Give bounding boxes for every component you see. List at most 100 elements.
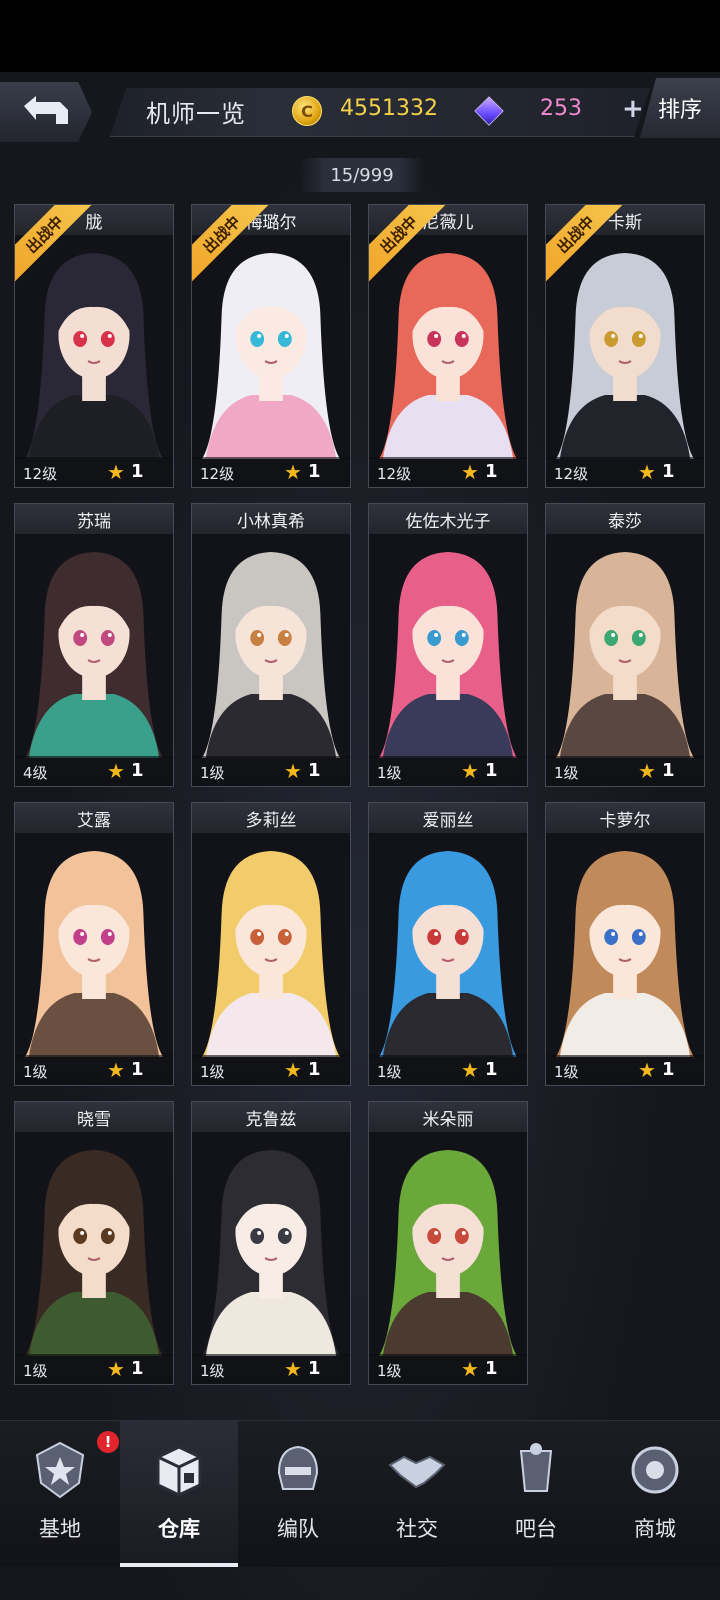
pilot-card[interactable]: 胧出战中 12级 ★ 1	[14, 204, 174, 488]
nav-label: 仓库	[158, 1517, 200, 1541]
card-footer: 1级 ★ 1	[192, 756, 350, 786]
star-rank: 1	[485, 1059, 498, 1080]
pilot-card[interactable]: 卡萝尔 1级 ★ 1	[545, 802, 705, 1086]
card-footer: 1级 ★ 1	[369, 756, 527, 786]
pilot-portrait	[369, 235, 527, 459]
star-rank: 1	[485, 461, 498, 482]
pilot-grid: 胧出战中 12级 ★ 1 梅璐尔 出战中 12级 ★ 1 尼薇儿 出战中 12级 ★ 1 卡斯 出战中 12级 ★…	[14, 204, 705, 1385]
card-footer: 1级 ★ 1	[15, 1354, 173, 1384]
star-rank: 1	[662, 461, 675, 482]
card-footer: 1级 ★ 1	[192, 1354, 350, 1384]
card-footer: 4级 ★ 1	[15, 756, 173, 786]
pilot-name: 泰莎	[546, 504, 704, 534]
pilot-portrait	[192, 833, 350, 1057]
nav-item[interactable]: 社交	[358, 1421, 476, 1567]
mech-helmet-icon	[267, 1439, 329, 1501]
star-rank: 1	[131, 1059, 144, 1080]
card-footer: 1级 ★ 1	[15, 1055, 173, 1085]
bottom-nav: 基地! 仓库 编队 社交 吧台 商城	[0, 1420, 720, 1567]
card-footer: 12级 ★ 1	[546, 457, 704, 487]
pilot-level: 1级	[377, 1063, 402, 1081]
star-icon: ★	[284, 1357, 302, 1381]
gem-balance: 253	[540, 96, 582, 121]
base-emblem-icon	[29, 1439, 91, 1501]
pilot-card[interactable]: 克鲁兹 1级 ★ 1	[191, 1101, 351, 1385]
pilot-level: 1级	[200, 764, 225, 782]
pilot-portrait	[192, 534, 350, 758]
star-rank: 1	[485, 760, 498, 781]
star-icon: ★	[461, 1058, 479, 1082]
nav-item[interactable]: 商城	[596, 1421, 714, 1567]
nav-label: 吧台	[515, 1517, 557, 1541]
card-footer: 1级 ★ 1	[369, 1354, 527, 1384]
pilot-name: 晓雪	[15, 1102, 173, 1132]
nav-label: 社交	[396, 1517, 438, 1541]
handshake-icon	[386, 1439, 448, 1501]
star-rank: 1	[308, 760, 321, 781]
pilot-card[interactable]: 泰莎 1级 ★ 1	[545, 503, 705, 787]
back-button[interactable]	[0, 82, 92, 142]
pilot-portrait	[15, 1132, 173, 1356]
nav-item[interactable]: 编队	[239, 1421, 357, 1567]
pilot-card[interactable]: 多莉丝 1级 ★ 1	[191, 802, 351, 1086]
pilot-portrait	[192, 235, 350, 459]
card-footer: 1级 ★ 1	[192, 1055, 350, 1085]
pilot-name: 佐佐木光子	[369, 504, 527, 534]
star-icon: ★	[461, 759, 479, 783]
pilot-name: 多莉丝	[192, 803, 350, 833]
pilot-name: 小林真希	[192, 504, 350, 534]
pilot-portrait	[15, 534, 173, 758]
pilot-card[interactable]: 爱丽丝 1级 ★ 1	[368, 802, 528, 1086]
star-rank: 1	[131, 1358, 144, 1379]
pilot-portrait	[369, 534, 527, 758]
add-gems-button[interactable]: +	[622, 94, 644, 124]
pilot-card[interactable]: 晓雪 1级 ★ 1	[14, 1101, 174, 1385]
star-icon: ★	[638, 1058, 656, 1082]
pilot-level: 1级	[554, 764, 579, 782]
coin-balance: 4551332	[340, 96, 438, 121]
pilot-card[interactable]: 苏瑞 4级 ★ 1	[14, 503, 174, 787]
pilot-portrait	[369, 833, 527, 1057]
pilot-level: 1级	[23, 1063, 48, 1081]
pilot-level: 12级	[554, 465, 589, 483]
star-icon: ★	[638, 460, 656, 484]
gold-coin-icon: C	[292, 96, 322, 126]
pilot-card[interactable]: 艾露 1级 ★ 1	[14, 802, 174, 1086]
pilot-card[interactable]: 小林真希 1级 ★ 1	[191, 503, 351, 787]
bar-cup-icon	[505, 1439, 567, 1501]
nav-item[interactable]: 基地!	[1, 1421, 119, 1567]
pilot-count: 15/999	[300, 158, 424, 192]
pilot-name: 克鲁兹	[192, 1102, 350, 1132]
warehouse-crate-icon	[148, 1439, 210, 1501]
pilot-portrait	[369, 1132, 527, 1356]
pilot-level: 1级	[200, 1362, 225, 1380]
star-icon: ★	[284, 460, 302, 484]
star-rank: 1	[308, 1358, 321, 1379]
pilot-level: 12级	[200, 465, 235, 483]
star-rank: 1	[485, 1358, 498, 1379]
star-icon: ★	[107, 1357, 125, 1381]
pilot-card[interactable]: 梅璐尔 出战中 12级 ★ 1	[191, 204, 351, 488]
pilot-portrait	[546, 833, 704, 1057]
star-rank: 1	[131, 760, 144, 781]
pilot-card[interactable]: 米朵丽 1级 ★ 1	[368, 1101, 528, 1385]
pilot-card[interactable]: 卡斯 出战中 12级 ★ 1	[545, 204, 705, 488]
nav-label: 基地	[39, 1517, 81, 1541]
star-icon: ★	[461, 460, 479, 484]
nav-item[interactable]: 仓库	[120, 1421, 238, 1567]
pilot-portrait	[192, 1132, 350, 1356]
pilot-name: 卡萝尔	[546, 803, 704, 833]
back-arrow-icon	[24, 96, 68, 124]
pilot-portrait	[15, 833, 173, 1057]
card-footer: 12级 ★ 1	[192, 457, 350, 487]
pilot-portrait	[546, 534, 704, 758]
pilot-card[interactable]: 佐佐木光子 1级 ★ 1	[368, 503, 528, 787]
nav-item[interactable]: 吧台	[477, 1421, 595, 1567]
pilot-name: 米朵丽	[369, 1102, 527, 1132]
pilot-name: 苏瑞	[15, 504, 173, 534]
pilot-card[interactable]: 尼薇儿 出战中 12级 ★ 1	[368, 204, 528, 488]
star-rank: 1	[662, 1059, 675, 1080]
star-icon: ★	[461, 1357, 479, 1381]
sort-button[interactable]: 排序	[640, 78, 720, 138]
pilot-level: 1级	[23, 1362, 48, 1380]
